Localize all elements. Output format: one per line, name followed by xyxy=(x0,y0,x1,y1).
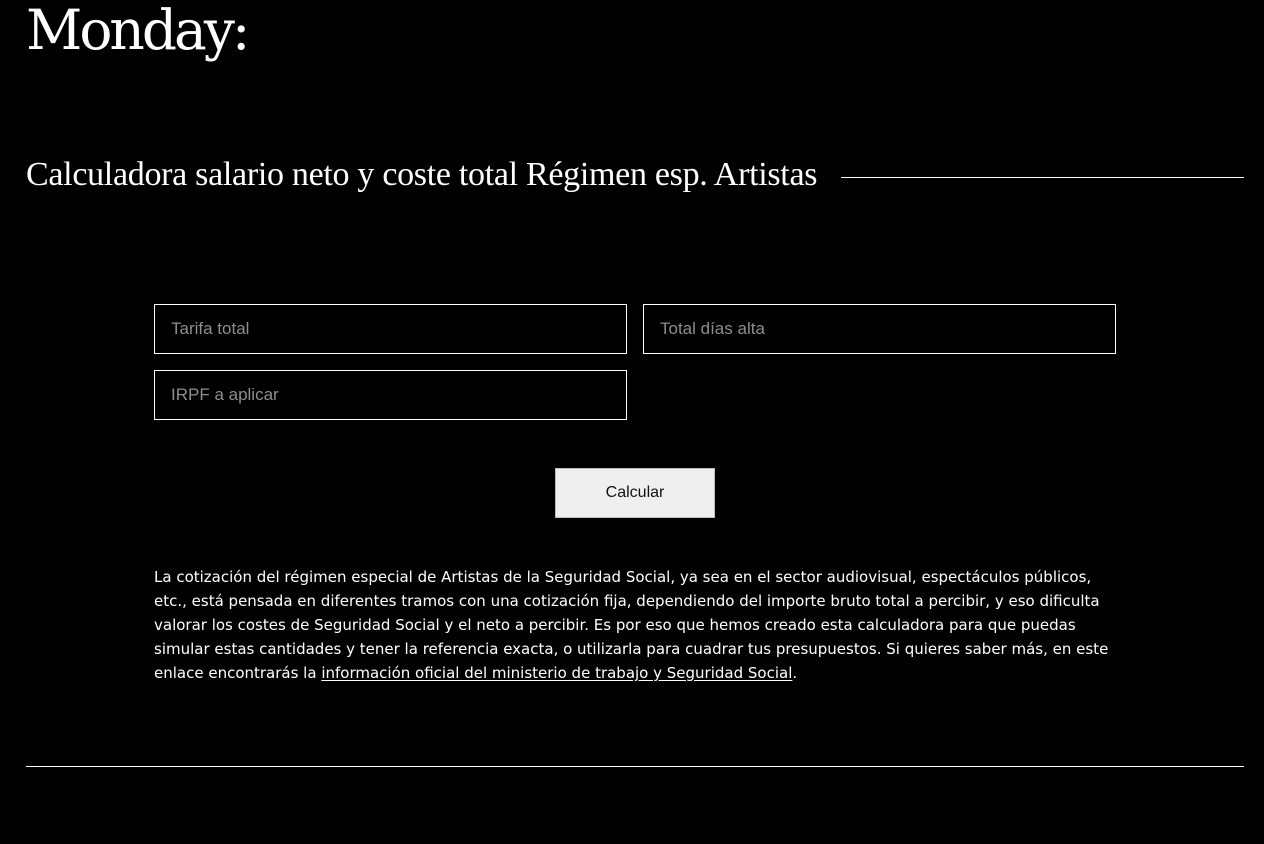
tarifa-total-input[interactable] xyxy=(154,304,627,354)
calcular-button[interactable]: Calcular xyxy=(555,468,715,518)
description-trailing: . xyxy=(792,664,798,682)
monday-logo[interactable]: Monday: xyxy=(26,0,250,62)
bottom-divider xyxy=(26,766,1244,767)
official-info-link[interactable]: información oficial del ministerio de tr… xyxy=(321,664,792,682)
irpf-input[interactable] xyxy=(154,370,627,420)
page-title: Calculadora salario neto y coste total R… xyxy=(26,156,818,193)
total-dias-alta-input[interactable] xyxy=(643,304,1116,354)
section-header: Calculadora salario neto y coste total R… xyxy=(26,150,1244,200)
description-paragraph: La cotización del régimen especial de Ar… xyxy=(154,565,1116,685)
title-divider xyxy=(841,176,1244,178)
